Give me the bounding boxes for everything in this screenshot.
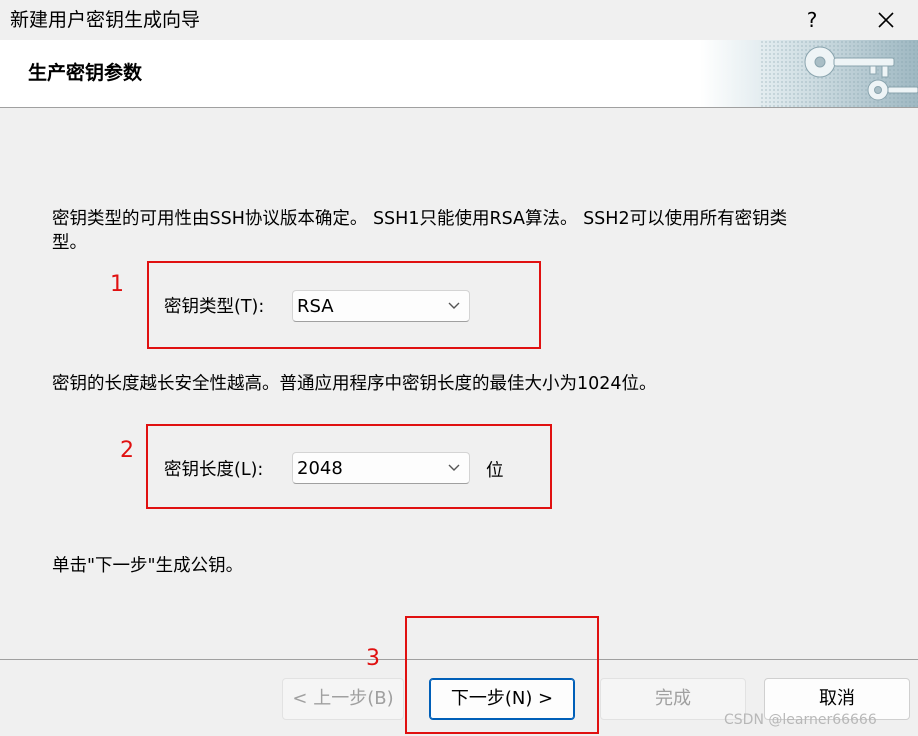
intro-text-line2: 型。 [52,233,87,253]
help-button[interactable]: ? [792,4,832,36]
annotation-number-2: 2 [120,438,134,463]
key-length-select[interactable]: 2048 [292,452,470,484]
back-button[interactable]: < 上一步(B) [282,678,404,720]
key-length-label: 密钥长度(L): [164,460,264,480]
window-title: 新建用户密钥生成向导 [10,9,201,31]
window-titlebar: 新建用户密钥生成向导 ? [0,0,918,40]
wizard-header: 生产密钥参数 [0,40,918,108]
chevron-down-icon [448,464,460,471]
key-type-select[interactable]: RSA [292,290,470,322]
key-length-value: 2048 [297,458,343,479]
length-description: 密钥的长度越长安全性越高。普通应用程序中密钥长度的最佳大小为1024位。 [52,374,657,394]
chevron-down-icon [448,302,460,309]
key-type-label: 密钥类型(T): [164,297,265,317]
key-type-value: RSA [297,296,334,317]
annotation-number-1: 1 [110,272,124,297]
close-button[interactable] [864,4,908,36]
close-icon [878,12,894,28]
page-title: 生产密钥参数 [28,62,143,84]
annotation-number-3: 3 [366,646,380,671]
intro-text-line1: 密钥类型的可用性由SSH协议版本确定。 SSH1只能使用RSA算法。 SSH2可… [52,209,788,229]
annotation-box-3 [405,616,599,734]
hint-text: 单击"下一步"生成公钥。 [52,556,244,576]
keys-banner-image [700,40,918,107]
key-length-unit: 位 [486,461,504,481]
watermark: CSDN @learner66666 [724,712,877,728]
